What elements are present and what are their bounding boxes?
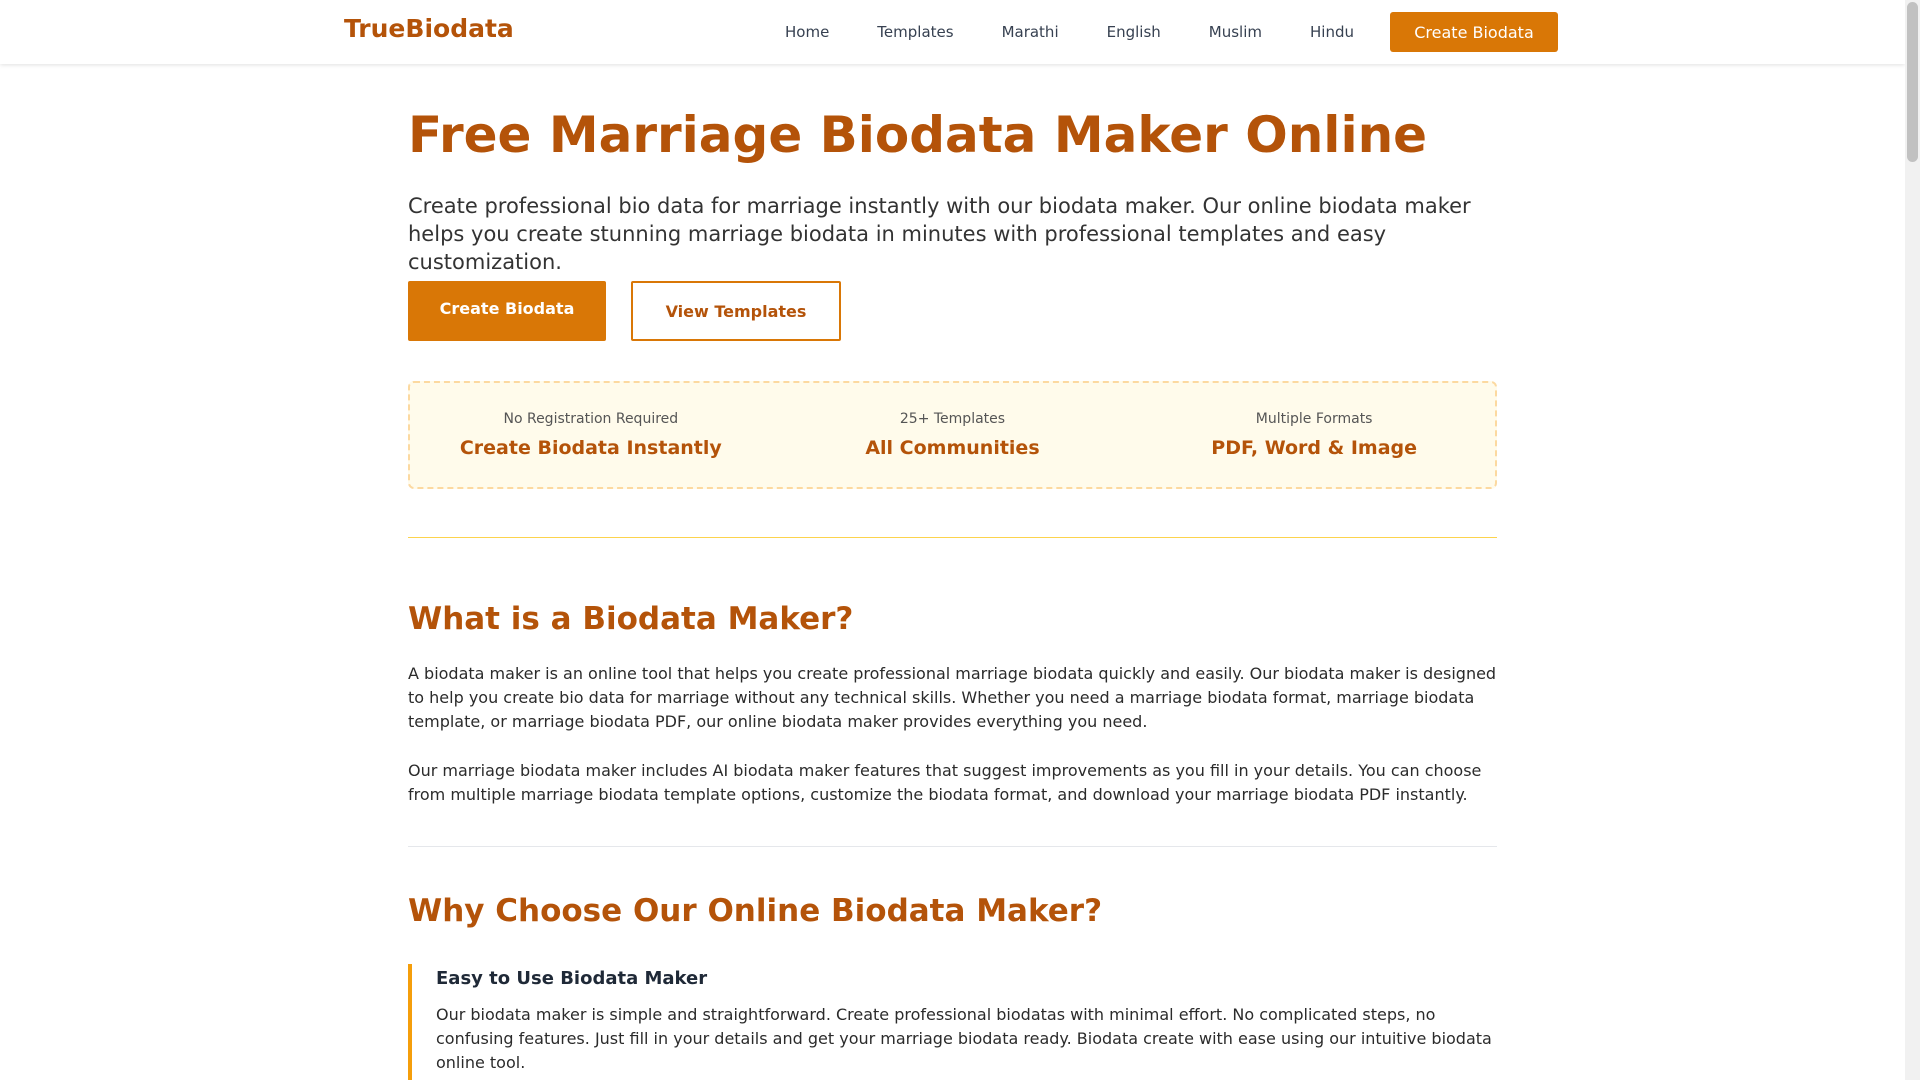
what-is-paragraph-2: Our marriage biodata maker includes AI b… <box>408 761 1482 804</box>
nav-muslim[interactable]: Muslim <box>1209 23 1262 41</box>
nav-home[interactable]: Home <box>785 23 829 41</box>
feature-title: PDF, Word & Image <box>1211 437 1417 459</box>
page-title: Free Marriage Biodata Maker Online <box>408 106 1428 164</box>
page-scrollbar[interactable] <box>1905 0 1920 1080</box>
why-choose-heading: Why Choose Our Online Biodata Maker? <box>408 893 1103 929</box>
nav-marathi[interactable]: Marathi <box>1002 23 1059 41</box>
site-header: TrueBiodata Home Templates Marathi Engli… <box>0 0 1905 64</box>
section-divider <box>408 537 1497 538</box>
main-nav: Home Templates Marathi English Muslim Hi… <box>785 0 1558 64</box>
brand-logo[interactable]: TrueBiodata <box>344 14 514 43</box>
nav-templates[interactable]: Templates <box>877 23 953 41</box>
feature-item: 25+ Templates All Communities <box>782 411 1122 459</box>
feature-subtitle: 25+ Templates <box>899 411 1006 427</box>
create-biodata-button[interactable]: Create Biodata <box>408 281 606 341</box>
feature-subtitle: No Registration Required <box>503 411 679 427</box>
scrollbar-thumb[interactable] <box>1907 2 1918 162</box>
nav-hindu[interactable]: Hindu <box>1310 23 1354 41</box>
feature-title: Create Biodata Instantly <box>459 437 722 459</box>
page-viewport: TrueBiodata Home Templates Marathi Engli… <box>0 0 1905 1080</box>
features-panel: No Registration Required Create Biodata … <box>408 381 1497 489</box>
benefit-item: Easy to Use Biodata Maker Our biodata ma… <box>408 964 1497 1080</box>
header-create-biodata-button[interactable]: Create Biodata <box>1390 12 1558 52</box>
what-is-heading: What is a Biodata Maker? <box>408 601 854 637</box>
feature-item: Multiple Formats PDF, Word & Image <box>1144 411 1484 459</box>
hero-intro: Create professional bio data for marriag… <box>408 194 1471 274</box>
what-is-paragraph-1: A biodata maker is an online tool that h… <box>408 664 1497 731</box>
feature-title: All Communities <box>865 437 1040 459</box>
section-divider <box>408 846 1497 847</box>
view-templates-button[interactable]: View Templates <box>631 281 841 341</box>
benefit-text: Our biodata maker is simple and straight… <box>436 1005 1492 1072</box>
feature-item: No Registration Required Create Biodata … <box>421 411 761 459</box>
nav-english[interactable]: English <box>1107 23 1161 41</box>
benefit-title: Easy to Use Biodata Maker <box>436 968 708 989</box>
feature-subtitle: Multiple Formats <box>1255 411 1373 427</box>
